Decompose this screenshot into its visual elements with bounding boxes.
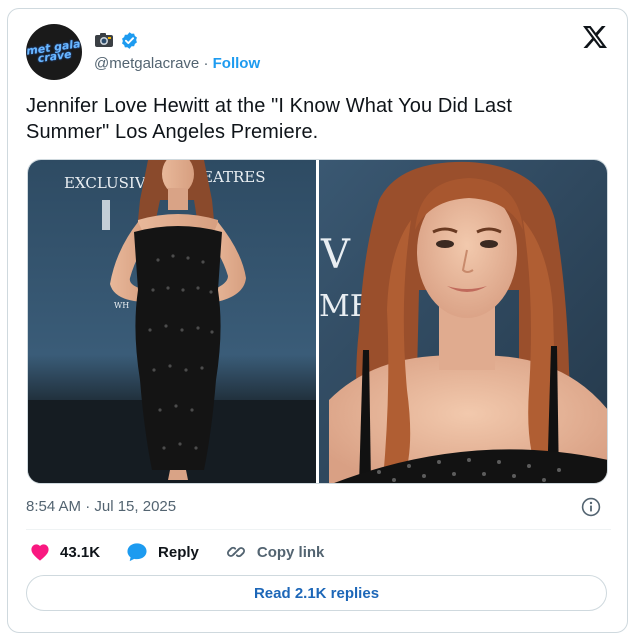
avatar[interactable]: met gala crave	[26, 24, 82, 80]
verified-badge-icon	[122, 31, 137, 49]
display-name-row[interactable]	[94, 30, 139, 50]
read-replies-button[interactable]: Read 2.1K replies	[26, 575, 607, 611]
copy-link-button[interactable]: Copy link	[225, 541, 325, 563]
photo-left-image: EXCLUSIVE EATRES WH	[28, 160, 316, 483]
reply-label: Reply	[158, 543, 199, 561]
media-grid: EXCLUSIVE EATRES WH V MER	[27, 159, 608, 484]
x-logo-icon[interactable]	[583, 26, 607, 48]
tweet-card: met gala crave @metgalacrave · Follow Je…	[7, 8, 628, 633]
copy-link-label: Copy link	[256, 543, 325, 561]
heart-icon	[31, 544, 49, 561]
like-count: 43.1K	[60, 543, 101, 561]
photo-right-image: V MER	[319, 160, 607, 483]
avatar-logo-text: met gala crave	[26, 37, 82, 66]
author-handle[interactable]: @metgalacrave	[94, 55, 199, 72]
photo-portrait[interactable]: V MER	[319, 160, 607, 483]
reply-bubble-icon	[127, 543, 147, 562]
divider	[26, 529, 611, 530]
separator-dot: ·	[199, 55, 213, 72]
backdrop-text-eatres: EATRES	[202, 168, 266, 186]
link-icon	[226, 546, 245, 558]
handle-row: @metgalacrave · Follow	[94, 54, 260, 74]
like-button[interactable]: 43.1K	[30, 543, 100, 561]
action-bar: 43.1K Reply Copy link	[30, 539, 324, 565]
camera-emoji-icon	[95, 33, 113, 47]
tweet-text: Jennifer Love Hewitt at the "I Know What…	[26, 95, 513, 143]
photo-full-length[interactable]: EXCLUSIVE EATRES WH	[28, 160, 316, 483]
backdrop-text-v: V	[320, 232, 351, 278]
follow-button[interactable]: Follow	[213, 55, 261, 72]
tweet-timestamp[interactable]: 8:54 AM · Jul 15, 2025	[26, 497, 176, 517]
backdrop-text-wh: WH	[114, 301, 129, 310]
info-icon[interactable]	[581, 497, 601, 517]
reply-button[interactable]: Reply	[126, 542, 199, 562]
